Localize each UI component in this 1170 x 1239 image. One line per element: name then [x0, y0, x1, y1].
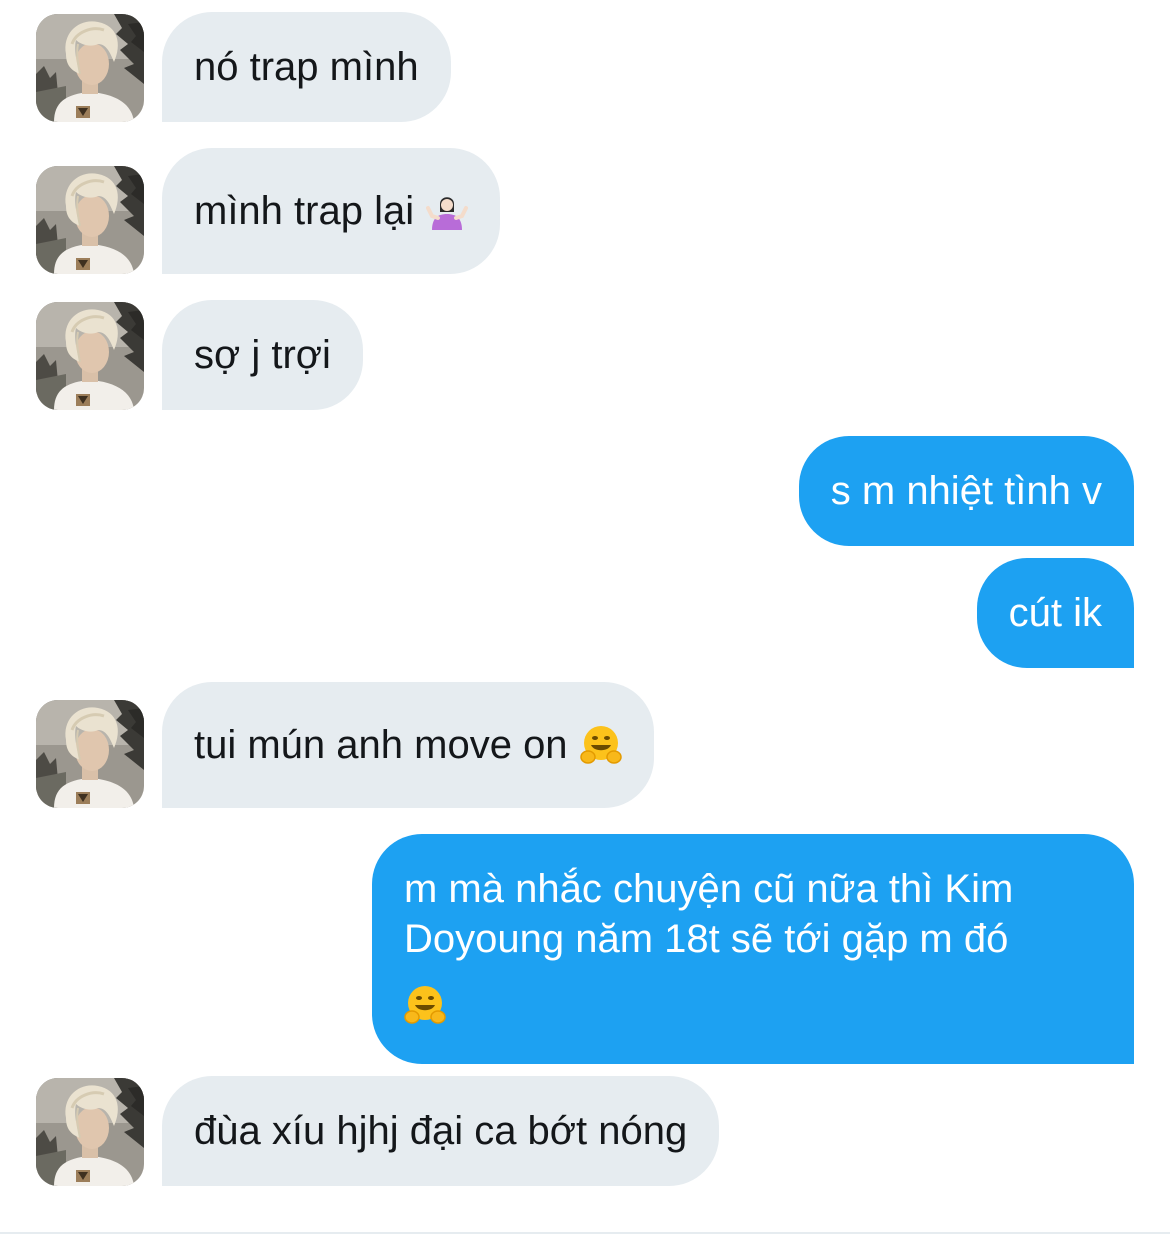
- sender-avatar[interactable]: [36, 700, 144, 808]
- message-text: sợ j trợi: [194, 333, 331, 377]
- message-text: nó trap mình: [194, 45, 419, 89]
- message-text: tui mún anh move on: [194, 723, 568, 767]
- incoming-message[interactable]: nó trap mình: [162, 12, 451, 122]
- sender-avatar[interactable]: [36, 302, 144, 410]
- sender-avatar[interactable]: [36, 14, 144, 122]
- message-text: đùa xíu hjhj đại ca bớt nóng: [194, 1109, 688, 1153]
- message-text: s m nhiệt tình v: [830, 469, 1102, 513]
- hugging-face-emoji: [404, 984, 446, 1026]
- message-text-line: m mà nhắc chuyện cũ nữa thì Kim: [404, 867, 1014, 911]
- incoming-message[interactable]: tui mún anh move on: [162, 682, 654, 808]
- incoming-message[interactable]: mình trap lại: [162, 148, 501, 274]
- person-shrugging-emoji: [426, 190, 468, 232]
- composer-divider: [0, 1232, 1170, 1234]
- incoming-message[interactable]: sợ j trợi: [162, 300, 363, 410]
- sender-avatar[interactable]: [36, 1078, 144, 1186]
- sender-avatar[interactable]: [36, 166, 144, 274]
- outgoing-message[interactable]: m mà nhắc chuyện cũ nữa thì Kim Doyoung …: [372, 834, 1134, 1064]
- outgoing-message[interactable]: cút ik: [976, 558, 1134, 668]
- incoming-message[interactable]: đùa xíu hjhj đại ca bớt nóng: [162, 1076, 720, 1186]
- message-text: cút ik: [1008, 591, 1102, 635]
- message-text: mình trap lại: [194, 189, 415, 233]
- hugging-face-emoji: [580, 724, 622, 766]
- outgoing-message[interactable]: s m nhiệt tình v: [798, 436, 1134, 546]
- message-text-line: Doyoung năm 18t sẽ tới gặp m đó: [404, 917, 1009, 961]
